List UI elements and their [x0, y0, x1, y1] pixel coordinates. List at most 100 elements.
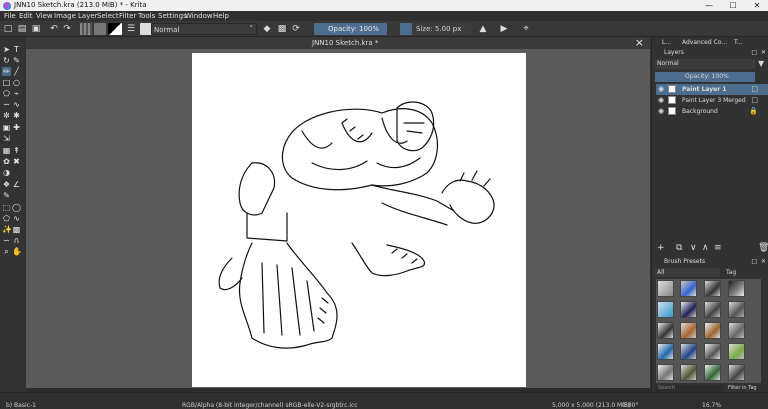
reload-preset-icon[interactable]: ⟳ [291, 24, 301, 34]
rectangular-selection-tool-icon[interactable]: ⬚ [2, 203, 11, 212]
gradient-tool-icon[interactable]: ▦ [2, 146, 11, 155]
dynamic-brush-tool-icon[interactable]: ✼ [2, 111, 11, 120]
maximize-button[interactable]: ☐ [722, 0, 744, 11]
filter-in-tag-checkbox[interactable]: Filter in Tag [728, 385, 757, 391]
blend-mode-select[interactable]: Normal ˅ [151, 23, 257, 35]
save-icon[interactable]: ▣ [31, 24, 41, 34]
color-swatch[interactable] [108, 23, 122, 35]
brush-preset[interactable] [680, 343, 697, 360]
measure-tool-icon[interactable]: ∠ [12, 180, 21, 189]
contiguous-selection-tool-icon[interactable]: ✨ [2, 225, 12, 234]
brush-preset[interactable] [657, 301, 674, 318]
lock-icon[interactable]: □ [751, 96, 758, 104]
polygon-tool-icon[interactable]: ⬠ [2, 89, 11, 98]
menu-view[interactable]: View [36, 12, 53, 20]
layer-blend-mode-select[interactable]: Normal [655, 59, 755, 69]
float-panel-icon[interactable]: □ [751, 49, 757, 56]
redo-icon[interactable]: ↷ [62, 24, 72, 34]
menu-file[interactable]: File [4, 12, 16, 20]
colorize-mask-tool-icon[interactable]: ✿ [2, 157, 11, 166]
move-layer-up-icon[interactable]: ∧ [702, 243, 709, 253]
bezier-tool-icon[interactable]: ∽ [2, 100, 11, 109]
close-window-button[interactable]: ✕ [746, 0, 768, 11]
select-shapes-tool-icon[interactable]: ➤ [2, 45, 11, 54]
move-tool-icon[interactable]: ✚ [12, 123, 21, 132]
menu-filter[interactable]: Filter [119, 12, 136, 20]
close-panel-icon[interactable]: ✕ [761, 49, 766, 56]
brush-preset[interactable] [728, 322, 745, 339]
preset-filter-select[interactable]: All [655, 268, 720, 277]
brush-preset[interactable] [680, 301, 697, 318]
preserve-alpha-icon[interactable]: ▩ [277, 24, 287, 34]
lock-icon[interactable]: □ [751, 85, 758, 93]
size-slider[interactable]: Size: 5.00 px [412, 23, 472, 35]
brush-preset[interactable] [657, 364, 674, 381]
move-layer-down-icon[interactable]: ∨ [690, 243, 697, 253]
edit-brush-settings-icon[interactable]: ☰ [126, 24, 136, 34]
size-slider-fill[interactable] [400, 23, 412, 35]
preset-search-input[interactable]: Search [656, 385, 724, 392]
menu-help[interactable]: Help [213, 12, 229, 20]
menu-layer[interactable]: Layer [78, 12, 98, 20]
freehand-path-tool-icon[interactable]: ∿ [12, 100, 21, 109]
menu-settings[interactable]: Settings [158, 12, 187, 20]
minimize-button[interactable]: — [698, 0, 720, 11]
smart-patch-tool-icon[interactable]: ✖ [12, 157, 21, 166]
color-picker-tool-icon[interactable]: ↟ [12, 146, 21, 155]
transform-tool-icon[interactable]: ⇲ [2, 134, 11, 143]
tab-layers[interactable]: L... [662, 39, 671, 46]
visibility-eye-icon[interactable]: ◉ [658, 85, 664, 93]
reference-images-tool-icon[interactable]: ✎ [2, 191, 11, 200]
visibility-eye-icon[interactable]: ◉ [658, 107, 664, 115]
layer-row[interactable]: ◉ Background 🔒 [656, 106, 768, 117]
tab-advanced-color[interactable]: Advanced Co... [682, 39, 727, 46]
new-document-icon[interactable]: □ [3, 24, 13, 34]
tag-select[interactable]: Tag [726, 269, 736, 276]
fill-tool-icon[interactable]: ◑ [2, 168, 11, 177]
brush-preset[interactable] [704, 322, 721, 339]
brush-preset[interactable] [657, 322, 674, 339]
polyline-tool-icon[interactable]: ⌁ [12, 89, 21, 98]
line-tool-icon[interactable]: ╱ [12, 67, 21, 76]
filter-icon[interactable]: ▼ [758, 59, 764, 68]
assistant-tool-icon[interactable]: ❖ [2, 180, 11, 189]
undo-icon[interactable]: ↶ [49, 24, 59, 34]
opacity-slider[interactable]: Opacity: 100% [314, 23, 387, 35]
visibility-eye-icon[interactable]: ◉ [658, 96, 664, 104]
brush-preset[interactable] [728, 301, 745, 318]
menu-image[interactable]: Image [54, 12, 76, 20]
drawing-canvas[interactable] [192, 53, 526, 387]
menu-edit[interactable]: Edit [19, 12, 33, 20]
brush-preset[interactable] [680, 280, 697, 297]
brush-preset[interactable] [657, 280, 674, 297]
zoom-tool-icon[interactable]: ⌕ [2, 247, 11, 256]
gradient-swatch[interactable] [80, 23, 92, 35]
magnetic-selection-tool-icon[interactable]: ∩ [12, 236, 21, 245]
brush-preset[interactable] [657, 343, 674, 360]
layer-opacity-slider[interactable]: Opacity: 100% [655, 72, 755, 82]
lock-icon[interactable]: 🔒 [749, 107, 758, 115]
brush-preset[interactable] [680, 322, 697, 339]
menu-tools[interactable]: Tools [138, 12, 155, 20]
eraser-mode-icon[interactable]: ◆ [262, 24, 272, 34]
document-tab[interactable]: JNN10 Sketch.kra * × [26, 36, 650, 49]
menu-window[interactable]: Window [185, 12, 213, 20]
multibrush-tool-icon[interactable]: ✱ [12, 111, 21, 120]
brush-preset[interactable] [728, 280, 745, 297]
bezier-selection-tool-icon[interactable]: ∽ [2, 236, 11, 245]
freehand-selection-tool-icon[interactable]: ∿ [12, 214, 21, 223]
crop-tool-icon[interactable]: ▣ [2, 123, 11, 132]
pattern-swatch[interactable] [94, 23, 106, 35]
brush-preset[interactable] [704, 301, 721, 318]
layer-row[interactable]: ◉ Paint Layer 1 □ [656, 84, 768, 95]
duplicate-layer-icon[interactable]: ⧉ [676, 243, 682, 253]
brush-preset[interactable] [704, 280, 721, 297]
menu-select[interactable]: Select [97, 12, 119, 20]
open-document-icon[interactable]: ▤ [17, 24, 27, 34]
brush-preset[interactable] [728, 343, 745, 360]
brush-preset[interactable] [704, 343, 721, 360]
wrap-around-icon[interactable]: ⌖ [521, 24, 531, 34]
brush-preset[interactable] [728, 364, 745, 381]
similar-selection-tool-icon[interactable]: ▩ [12, 225, 21, 234]
delete-layer-icon[interactable]: 🗑 [758, 243, 768, 253]
